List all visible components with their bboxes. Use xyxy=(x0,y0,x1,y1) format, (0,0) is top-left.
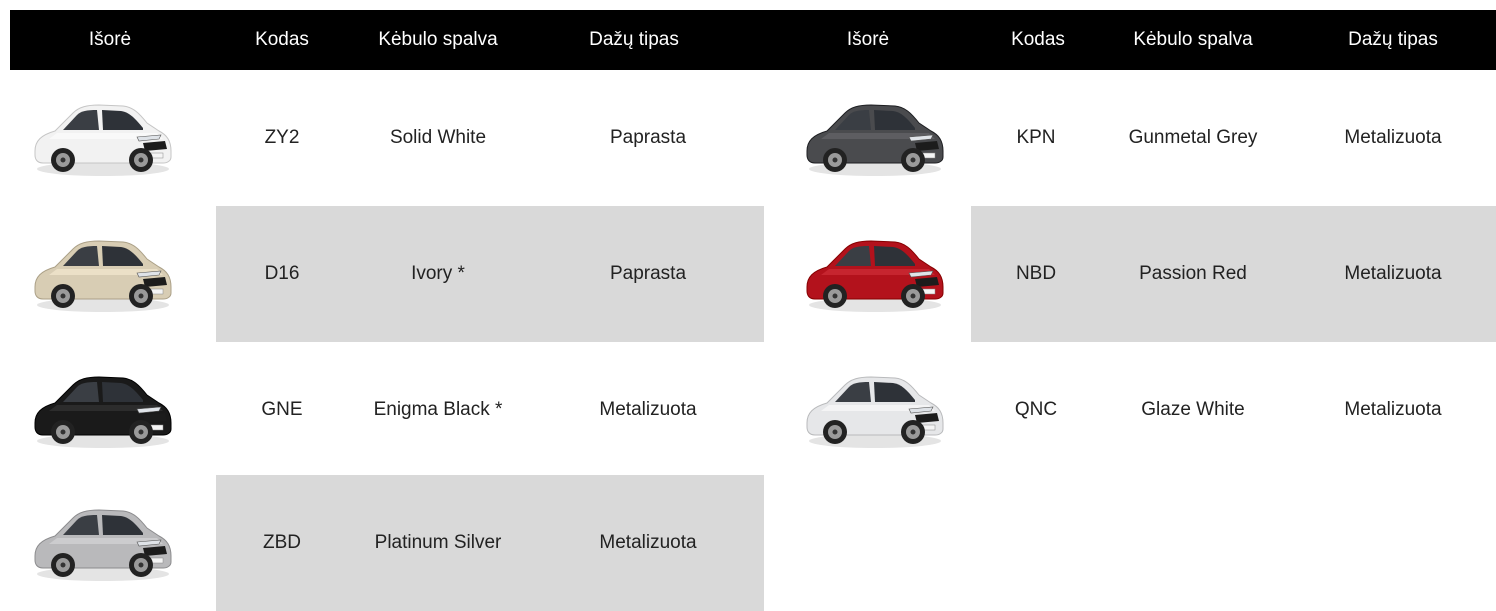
car-grey-icon xyxy=(782,70,962,206)
color-name-cell: Platinum Silver xyxy=(374,532,502,553)
color-name-cell: Glaze White xyxy=(1141,399,1245,420)
car-black-icon xyxy=(10,342,190,478)
table-row: NBD Passion Red Metalizuota xyxy=(764,206,1496,342)
code-cell: NBD xyxy=(1015,263,1057,284)
table-row: KPN Gunmetal Grey Metalizuota xyxy=(764,70,1496,206)
color-name-cell: Enigma Black * xyxy=(373,399,503,420)
paint-type-cell: Metalizuota xyxy=(1344,399,1442,420)
table-row: GNE Enigma Black * Metalizuota xyxy=(0,342,764,478)
table-row: ZBD Platinum Silver Metalizuota xyxy=(0,475,764,611)
car-glaze-white-icon xyxy=(782,342,962,478)
car-ivory-icon xyxy=(10,206,190,342)
table-row: D16 Ivory * Paprasta xyxy=(0,206,764,342)
table-row: QNC Glaze White Metalizuota xyxy=(764,342,1496,478)
code-cell: GNE xyxy=(261,399,303,420)
code-cell: QNC xyxy=(1014,399,1058,420)
color-name-cell: Gunmetal Grey xyxy=(1128,127,1258,148)
color-name-cell: Ivory * xyxy=(411,263,465,284)
color-table: ZY2 Solid White Paprasta D16 Ivory * Pap… xyxy=(0,0,1496,611)
paint-type-cell: Metalizuota xyxy=(599,532,697,553)
car-white-icon xyxy=(10,70,190,206)
paint-type-cell: Metalizuota xyxy=(1344,263,1442,284)
code-cell: ZBD xyxy=(263,532,301,553)
code-cell: ZY2 xyxy=(264,127,300,148)
table-row: ZY2 Solid White Paprasta xyxy=(0,70,764,206)
paint-type-cell: Paprasta xyxy=(609,127,687,148)
paint-type-cell: Metalizuota xyxy=(1344,127,1442,148)
color-name-cell: Solid White xyxy=(389,127,487,148)
paint-type-cell: Metalizuota xyxy=(599,399,697,420)
code-cell: KPN xyxy=(1016,127,1056,148)
car-red-icon xyxy=(782,206,962,342)
code-cell: D16 xyxy=(264,263,300,284)
paint-type-cell: Paprasta xyxy=(609,263,687,284)
color-name-cell: Passion Red xyxy=(1139,263,1247,284)
car-silver-icon xyxy=(10,475,190,611)
